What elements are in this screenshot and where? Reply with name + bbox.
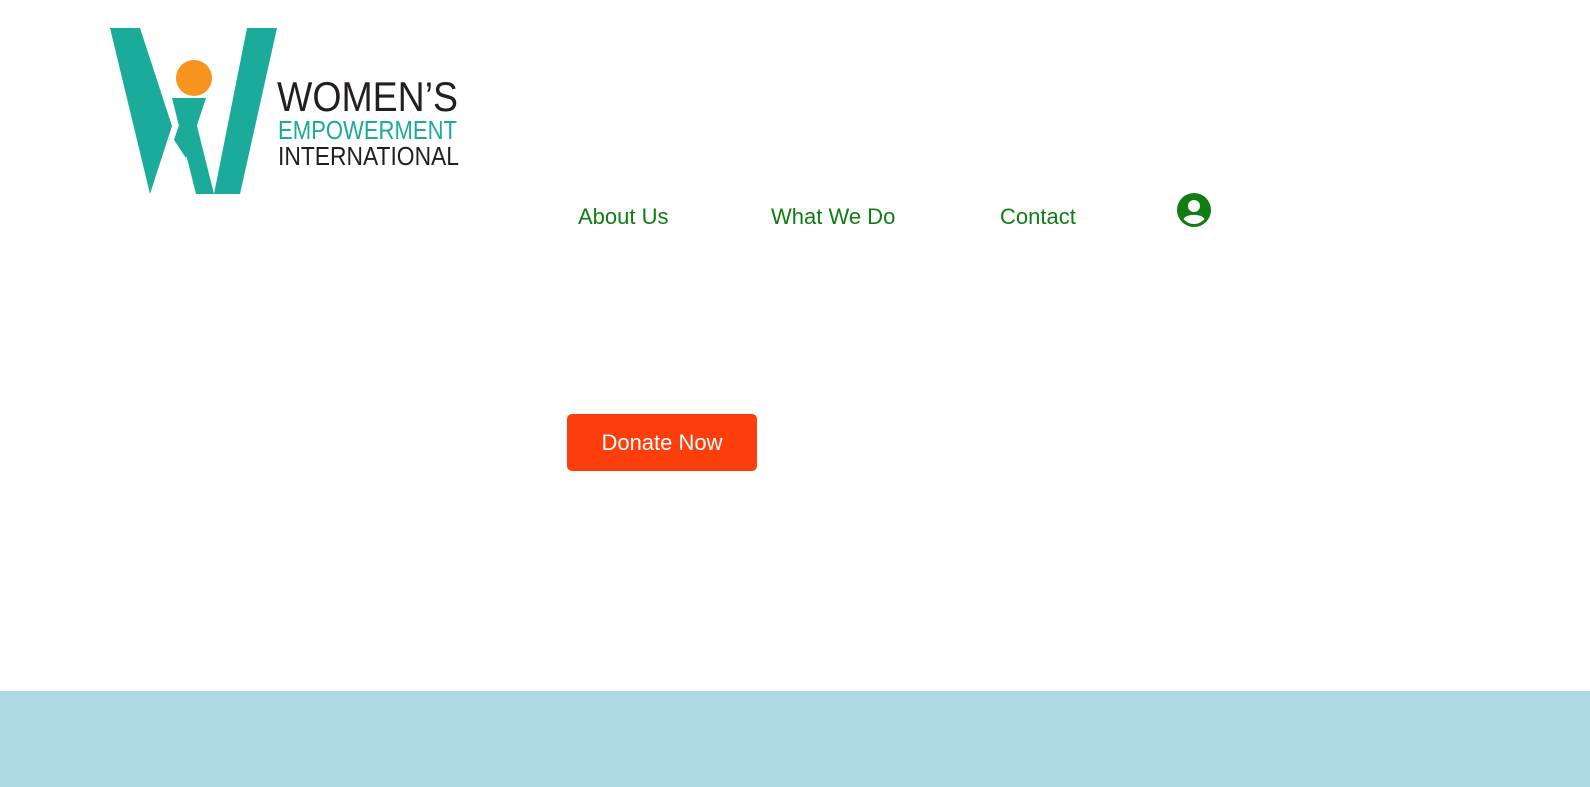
account-button[interactable] [1176,192,1212,228]
nav-link-contact[interactable]: Contact [1000,204,1076,230]
donate-now-button[interactable]: Donate Now [567,414,757,471]
main-navigation: About Us What We Do Contact [0,0,1590,250]
nav-link-about-us[interactable]: About Us [578,204,669,230]
page: WOMEN’S EMPOWERMENT INTERNATIONAL About … [0,0,1590,787]
user-circle-icon [1177,193,1211,227]
nav-link-what-we-do[interactable]: What We Do [771,204,895,230]
footer-band [0,691,1590,787]
